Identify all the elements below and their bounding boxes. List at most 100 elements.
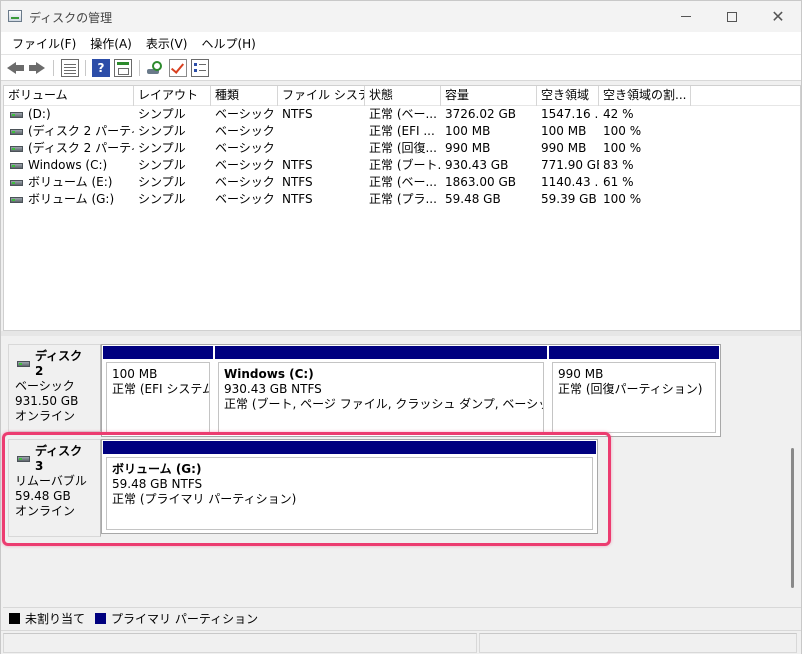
cell-free-space: 1140.43 ... (541, 175, 599, 189)
disk-map-scrollbar[interactable] (791, 448, 794, 588)
cell-capacity: 930.43 GB (445, 158, 509, 172)
menu-action[interactable]: 操作(A) (83, 33, 139, 54)
cell-free-space: 59.39 GB (541, 192, 597, 206)
column-header-free-space[interactable]: 空き領域 (537, 86, 599, 106)
legend-unallocated: 未割り当て (9, 610, 85, 627)
disk-management-app-icon (8, 10, 22, 22)
back-button[interactable] (7, 59, 25, 77)
cell-volume: ボリューム (G:) (4, 191, 134, 208)
drive-icon (17, 361, 30, 367)
minimize-button[interactable] (663, 1, 709, 32)
cell-capacity: 990 MB (445, 141, 491, 155)
column-header-status[interactable]: 状態 (365, 86, 441, 106)
volume-rows: (D:) シンプル ベーシック NTFS 正常 (ベー... 3726.02 G… (4, 106, 800, 208)
cell-volume: ボリューム (E:) (4, 174, 134, 191)
legend-swatch-unallocated (9, 613, 20, 624)
table-row[interactable]: (D:) シンプル ベーシック NTFS 正常 (ベー... 3726.02 G… (4, 106, 800, 123)
cell-status: 正常 (プラ... (369, 192, 437, 206)
partition-body: ボリューム (G:) 59.48 GB NTFS 正常 (プライマリ パーティシ… (106, 457, 593, 530)
disk-2-name-row: ディスク 2 (15, 349, 94, 379)
column-header-filesystem[interactable]: ファイル システム (278, 86, 365, 106)
partition-legend: 未割り当て プライマリ パーティション (3, 607, 801, 629)
disk-3-partitions: ボリューム (G:) 59.48 GB NTFS 正常 (プライマリ パーティシ… (101, 439, 598, 534)
status-cell (479, 633, 797, 653)
settings-icon[interactable] (191, 59, 209, 77)
cell-free-percent: 83 % (603, 158, 634, 172)
list-view-icon[interactable] (61, 59, 79, 77)
column-header-capacity[interactable]: 容量 (441, 86, 537, 106)
cell-type: ベーシック (215, 141, 275, 155)
maximize-icon (727, 11, 737, 22)
column-header-volume[interactable]: ボリューム (4, 86, 134, 106)
partition-efi[interactable]: 100 MB 正常 (EFI システム パ (102, 345, 214, 436)
table-row[interactable]: (ディスク 2 パーティシ... シンプル ベーシック 正常 (EFI ... … (4, 123, 800, 140)
forward-button[interactable] (29, 59, 47, 77)
drive-icon (10, 196, 23, 203)
legend-label: 未割り当て (25, 612, 86, 626)
column-header-layout[interactable]: レイアウト (134, 86, 211, 106)
volume-list[interactable]: ボリューム レイアウト 種類 ファイル システム 状態 容量 空き領域 空き領域… (3, 85, 801, 331)
cell-free-space: 100 MB (541, 124, 587, 138)
disk-management-window: ディスクの管理 ✕ ファイル(F) 操作(A) 表示(V) ヘルプ(H) ? ボ… (0, 0, 802, 654)
partition-status: 正常 (ブート, ページ ファイル, クラッシュ ダンプ, ベーシック データ … (224, 397, 543, 411)
title-bar: ディスクの管理 ✕ (1, 1, 801, 32)
check-icon[interactable] (169, 59, 187, 77)
partition-bar (103, 346, 213, 359)
menu-bar: ファイル(F) 操作(A) 表示(V) ヘルプ(H) (1, 32, 801, 54)
cell-type: ベーシック (215, 124, 275, 138)
table-row[interactable]: ボリューム (G:) シンプル ベーシック NTFS 正常 (プラ... 59.… (4, 191, 800, 208)
volume-name: ボリューム (G:) (28, 192, 115, 206)
cell-filesystem: NTFS (282, 175, 313, 189)
column-header-free-percent[interactable]: 空き領域の割... (599, 86, 691, 106)
partition-size: 59.48 GB NTFS (112, 477, 203, 491)
drive-icon (17, 456, 30, 462)
cell-status: 正常 (ベー... (369, 107, 437, 121)
table-row[interactable]: (ディスク 2 パーティシ... シンプル ベーシック 正常 (回復... 99… (4, 140, 800, 157)
menu-file[interactable]: ファイル(F) (5, 33, 83, 54)
menu-help[interactable]: ヘルプ(H) (194, 33, 262, 54)
volume-name: (D:) (28, 107, 51, 121)
cell-free-percent: 100 % (603, 141, 642, 155)
minimize-icon (681, 16, 691, 17)
cell-filesystem: NTFS (282, 158, 313, 172)
drive-icon (10, 179, 23, 186)
partition-volume-g[interactable]: ボリューム (G:) 59.48 GB NTFS 正常 (プライマリ パーティシ… (102, 440, 597, 533)
status-cell (3, 633, 477, 653)
partition-size: 990 MB (558, 367, 604, 381)
disk-2-label[interactable]: ディスク 2 ベーシック 931.50 GB オンライン (8, 344, 101, 432)
disk-3-size: 59.48 GB (15, 489, 71, 503)
volume-list-header: ボリューム レイアウト 種類 ファイル システム 状態 容量 空き領域 空き領域… (4, 86, 800, 106)
disk-3-label[interactable]: ディスク 3 リムーバブル 59.48 GB オンライン (8, 439, 101, 537)
maximize-button[interactable] (709, 1, 755, 32)
cell-layout: シンプル (138, 192, 186, 206)
window-title: ディスクの管理 (29, 11, 113, 25)
close-icon: ✕ (771, 7, 785, 26)
volume-name: (ディスク 2 パーティシ... (28, 124, 134, 138)
cell-type: ベーシック (215, 175, 275, 189)
partition-windows-c[interactable]: Windows (C:) 930.43 GB NTFS 正常 (ブート, ページ… (214, 345, 548, 436)
cell-capacity: 3726.02 GB (445, 107, 516, 121)
cell-filesystem (278, 140, 365, 157)
partition-recovery[interactable]: 990 MB 正常 (回復パーティション) (548, 345, 720, 436)
partition-body: 990 MB 正常 (回復パーティション) (552, 362, 716, 433)
legend-label: プライマリ パーティション (111, 612, 259, 626)
partition-body: 100 MB 正常 (EFI システム パ (106, 362, 210, 433)
volume-name: ボリューム (E:) (28, 175, 113, 189)
partition-bar (549, 346, 719, 359)
cell-status: 正常 (EFI ... (369, 124, 435, 138)
partition-title: ボリューム (G:) (112, 462, 202, 476)
disk-3-name-row: ディスク 3 (15, 444, 94, 474)
partition-body: Windows (C:) 930.43 GB NTFS 正常 (ブート, ページ… (218, 362, 544, 433)
properties-icon[interactable] (114, 59, 132, 77)
close-button[interactable]: ✕ (755, 1, 801, 32)
disk-2-name: ディスク 2 (35, 349, 83, 378)
help-icon[interactable]: ? (92, 59, 110, 77)
column-header-type[interactable]: 種類 (211, 86, 278, 106)
menu-view[interactable]: 表示(V) (139, 33, 195, 54)
cell-layout: シンプル (138, 107, 186, 121)
table-row[interactable]: ボリューム (E:) シンプル ベーシック NTFS 正常 (ベー... 186… (4, 174, 800, 191)
connect-icon[interactable] (146, 59, 164, 77)
cell-free-percent: 61 % (603, 175, 634, 189)
drive-icon (10, 111, 23, 118)
table-row[interactable]: Windows (C:) シンプル ベーシック NTFS 正常 (ブート... … (4, 157, 800, 174)
